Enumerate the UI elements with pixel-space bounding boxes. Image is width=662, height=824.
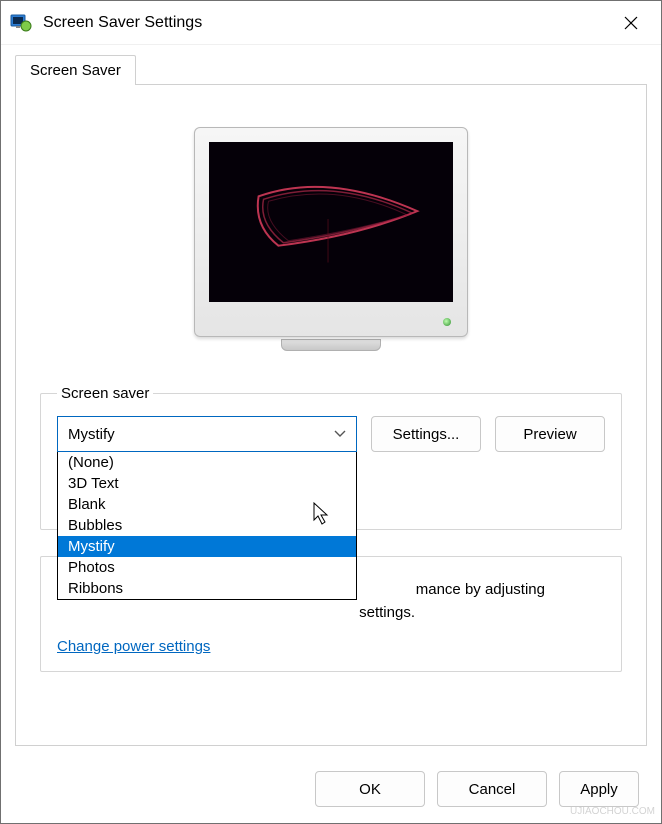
titlebar: Screen Saver Settings (1, 1, 661, 45)
monitor-stand (281, 339, 381, 351)
ok-button[interactable]: OK (315, 771, 425, 807)
screensaver-dropdown[interactable]: Mystify (57, 416, 357, 452)
dropdown-option-mystify[interactable]: Mystify (58, 536, 356, 557)
screensaver-dropdown-list: (None) 3D Text Blank Bubbles Mystify Pho… (57, 452, 357, 600)
close-icon (624, 16, 638, 30)
window-title: Screen Saver Settings (43, 14, 609, 32)
screensaver-settings-window: Screen Saver Settings Screen Saver (0, 0, 662, 824)
tab-content: Screen saver Mystify (None) 3D Text Blan… (15, 84, 647, 746)
mystify-preview-graphic (209, 142, 453, 302)
apply-button[interactable]: Apply (559, 771, 639, 807)
close-button[interactable] (609, 3, 653, 43)
dropdown-option-bubbles[interactable]: Bubbles (58, 515, 356, 536)
dropdown-option-blank[interactable]: Blank (58, 494, 356, 515)
power-desc-line2: settings. (57, 602, 605, 625)
dropdown-option-none[interactable]: (None) (58, 452, 356, 473)
dropdown-option-ribbons[interactable]: Ribbons (58, 578, 356, 599)
cancel-button[interactable]: Cancel (437, 771, 547, 807)
monitor-screen (209, 142, 453, 302)
dialog-footer: OK Cancel Apply (1, 761, 661, 823)
chevron-down-icon (334, 430, 346, 438)
screensaver-controls-row: Mystify (None) 3D Text Blank Bubbles Mys… (57, 416, 605, 452)
tab-bar: Screen Saver (1, 45, 661, 85)
app-icon (9, 11, 33, 35)
group-screen-saver-legend: Screen saver (57, 385, 153, 402)
monitor-power-led-icon (443, 318, 451, 326)
group-screen-saver: Screen saver Mystify (None) 3D Text Blan… (40, 385, 622, 530)
screensaver-dropdown-value: Mystify (68, 426, 115, 443)
screensaver-settings-button[interactable]: Settings... (371, 416, 481, 452)
dropdown-option-3dtext[interactable]: 3D Text (58, 473, 356, 494)
screensaver-preview-monitor (194, 127, 468, 357)
change-power-settings-link[interactable]: Change power settings (57, 638, 210, 655)
dropdown-option-photos[interactable]: Photos (58, 557, 356, 578)
screensaver-dropdown-wrap: Mystify (None) 3D Text Blank Bubbles Mys… (57, 416, 357, 452)
screensaver-preview-button[interactable]: Preview (495, 416, 605, 452)
monitor-frame (194, 127, 468, 337)
tab-screen-saver[interactable]: Screen Saver (15, 55, 136, 85)
